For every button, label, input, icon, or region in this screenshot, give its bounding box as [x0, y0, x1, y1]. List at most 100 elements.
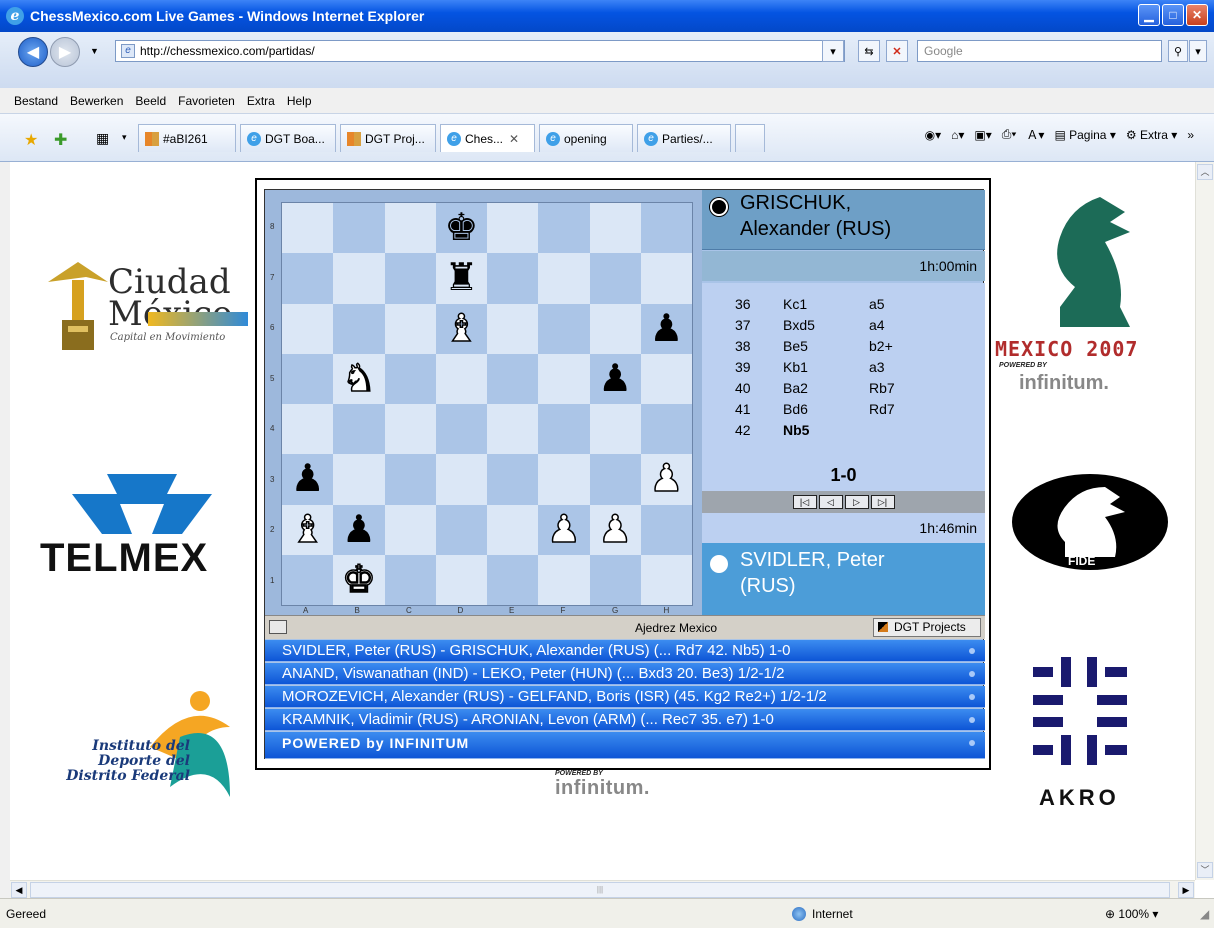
- tab-dgt-board[interactable]: e DGT Boa...: [240, 124, 336, 152]
- board-square[interactable]: [538, 203, 590, 254]
- board-square[interactable]: [333, 404, 385, 455]
- board-square[interactable]: [384, 404, 436, 455]
- scroll-right-icon[interactable]: ▶: [1178, 882, 1194, 898]
- move-row[interactable]: 39 Kb1 a3: [735, 356, 895, 377]
- white-move[interactable]: Bxd5: [783, 314, 869, 335]
- black-pawn-icon[interactable]: ♟: [649, 310, 683, 348]
- menu-beeld[interactable]: Beeld: [129, 94, 172, 108]
- more-tools-icon[interactable]: »: [1187, 128, 1194, 142]
- instituto-deporte-logo[interactable]: Instituto del Deporte del Distrito Feder…: [30, 687, 260, 807]
- board-square[interactable]: [589, 203, 641, 254]
- board-square[interactable]: ♟: [538, 504, 590, 555]
- chess-board[interactable]: ♚ ♜ ♝ ♟ ♞ ♟ ♟ ♟ ♝ ♟ ♟ ♟ ♚: [281, 202, 693, 606]
- board-square[interactable]: [384, 253, 436, 304]
- add-favorite-icon[interactable]: ✚: [54, 130, 67, 150]
- horizontal-scrollbar[interactable]: ◀ ||| ▶: [10, 880, 1195, 898]
- board-square[interactable]: [333, 454, 385, 505]
- board-square[interactable]: ♚: [333, 554, 385, 605]
- move-row[interactable]: 38 Be5 b2+: [735, 335, 895, 356]
- board-square[interactable]: [435, 353, 487, 404]
- board-square[interactable]: ♟: [333, 504, 385, 555]
- board-square[interactable]: ♝: [435, 303, 487, 354]
- game-row[interactable]: MOROZEVICH, Alexander (RUS) - GELFAND, B…: [265, 686, 985, 708]
- board-square[interactable]: ♟: [640, 303, 692, 354]
- board-square[interactable]: [589, 554, 641, 605]
- black-pawn-icon[interactable]: ♟: [598, 360, 632, 398]
- board-square[interactable]: [435, 454, 487, 505]
- board-square[interactable]: [538, 554, 590, 605]
- board-square[interactable]: [384, 353, 436, 404]
- new-tab-button[interactable]: [735, 124, 765, 152]
- black-move[interactable]: b2+: [869, 335, 895, 356]
- address-dropdown-button[interactable]: ▾: [822, 40, 844, 62]
- dgt-projects-button[interactable]: DGT Projects: [873, 618, 981, 637]
- close-window-button[interactable]: ✕: [1186, 4, 1208, 26]
- powered-by-bar[interactable]: POWERED by INFINITUM: [265, 732, 985, 759]
- tab-dgt-projects[interactable]: DGT Proj...: [340, 124, 436, 152]
- back-button[interactable]: ◀: [18, 37, 48, 67]
- board-square[interactable]: [384, 454, 436, 505]
- page-menu[interactable]: ▤ Pagina ▾: [1054, 128, 1115, 142]
- black-move[interactable]: a4: [869, 314, 895, 335]
- black-rook-icon[interactable]: ♜: [444, 259, 478, 297]
- ciudad-mexico-logo[interactable]: Ciudad México Capital en Movimiento: [38, 252, 248, 362]
- game-row[interactable]: KRAMNIK, Vladimir (RUS) - ARONIAN, Levon…: [265, 709, 985, 731]
- board-square[interactable]: [640, 353, 692, 404]
- black-move[interactable]: Rb7: [869, 377, 895, 398]
- board-square[interactable]: [282, 554, 334, 605]
- menu-favorieten[interactable]: Favorieten: [172, 94, 241, 108]
- black-king-icon[interactable]: ♚: [444, 209, 478, 247]
- vertical-scrollbar[interactable]: ︿ ﹀: [1195, 162, 1214, 880]
- white-pawn-icon[interactable]: ♟: [649, 460, 685, 500]
- black-move[interactable]: a3: [869, 356, 895, 377]
- board-square[interactable]: [333, 203, 385, 254]
- game-row[interactable]: SVIDLER, Peter (RUS) - GRISCHUK, Alexand…: [265, 640, 985, 662]
- board-square[interactable]: [282, 353, 334, 404]
- board-square[interactable]: [487, 253, 539, 304]
- board-square[interactable]: [538, 303, 590, 354]
- board-square[interactable]: [384, 203, 436, 254]
- board-square[interactable]: [384, 504, 436, 555]
- mexico-2007-logo[interactable]: MEXICO 2007 POWERED BY infinitum.: [995, 187, 1185, 417]
- stop-button[interactable]: ✕: [886, 40, 908, 62]
- black-move[interactable]: a5: [869, 293, 895, 314]
- board-square[interactable]: ♝: [282, 504, 334, 555]
- black-move[interactable]: Rd7: [869, 398, 895, 419]
- translate-icon[interactable]: Ａ▾: [1026, 126, 1044, 143]
- white-bishop-icon[interactable]: ♝: [444, 309, 480, 349]
- favorites-star-icon[interactable]: ★: [24, 130, 38, 150]
- move-row[interactable]: 36 Kc1 a5: [735, 293, 895, 314]
- menu-bewerken[interactable]: Bewerken: [64, 94, 129, 108]
- print-icon[interactable]: ⎙▾: [1002, 127, 1017, 142]
- board-square[interactable]: [589, 454, 641, 505]
- black-pawn-icon[interactable]: ♟: [291, 460, 325, 498]
- close-tab-icon[interactable]: ✕: [509, 132, 519, 146]
- white-move[interactable]: Kc1: [783, 293, 869, 314]
- board-square[interactable]: ♞: [333, 353, 385, 404]
- tab-parties[interactable]: e Parties/...: [637, 124, 731, 152]
- next-move-button[interactable]: ▷: [844, 495, 869, 509]
- board-square[interactable]: [589, 404, 641, 455]
- horizontal-scroll-thumb[interactable]: |||: [30, 882, 1170, 898]
- toolbar-widget-icon[interactable]: ◉▾: [925, 128, 942, 142]
- board-square[interactable]: ♟: [589, 353, 641, 404]
- scroll-up-icon[interactable]: ︿: [1197, 164, 1213, 180]
- board-square[interactable]: [640, 554, 692, 605]
- board-square[interactable]: [640, 504, 692, 555]
- zoom-level[interactable]: ⊕ 100% ▾: [1105, 907, 1158, 921]
- board-square[interactable]: [282, 404, 334, 455]
- board-square[interactable]: [538, 454, 590, 505]
- board-square[interactable]: [538, 404, 590, 455]
- black-move[interactable]: [869, 419, 895, 440]
- move-row[interactable]: 40 Ba2 Rb7: [735, 377, 895, 398]
- menu-extra[interactable]: Extra: [241, 94, 281, 108]
- board-square[interactable]: ♟: [282, 454, 334, 505]
- scroll-down-icon[interactable]: ﹀: [1197, 862, 1213, 878]
- menu-help[interactable]: Help: [281, 94, 318, 108]
- board-square[interactable]: [487, 353, 539, 404]
- board-square[interactable]: [538, 353, 590, 404]
- maximize-button[interactable]: □: [1162, 4, 1184, 26]
- white-pawn-icon[interactable]: ♟: [546, 510, 582, 550]
- refresh-button[interactable]: ⇆: [858, 40, 880, 62]
- game-row[interactable]: ANAND, Viswanathan (IND) - LEKO, Peter (…: [265, 663, 985, 685]
